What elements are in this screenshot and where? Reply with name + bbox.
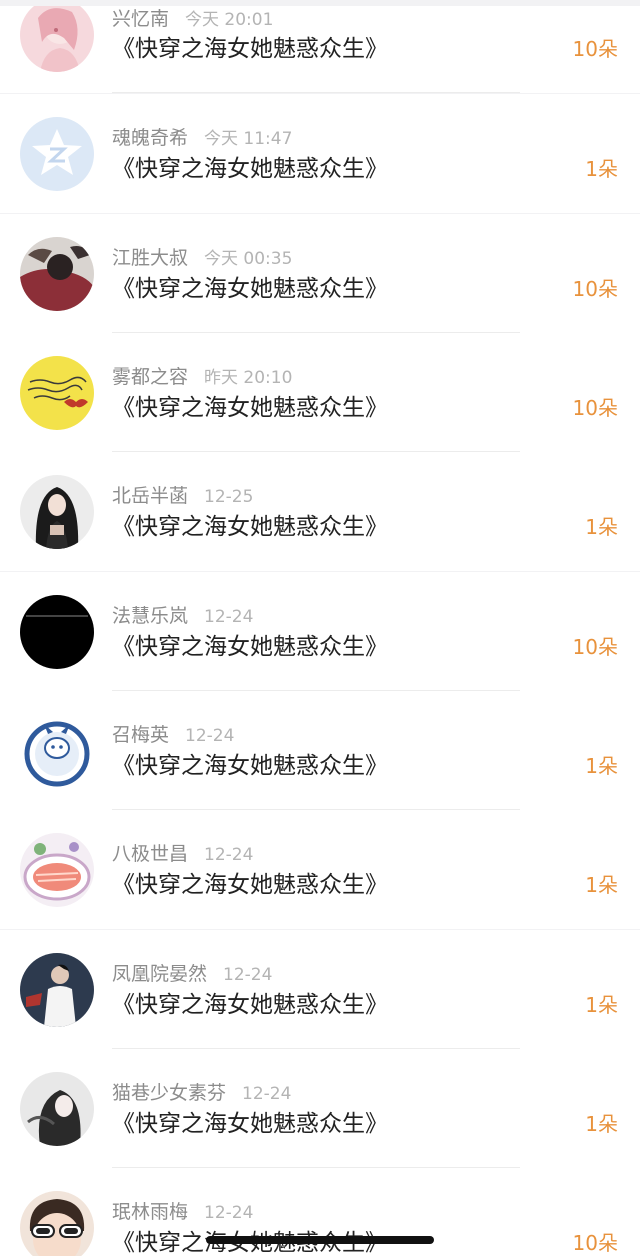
user-name[interactable]: 珉林雨梅 xyxy=(112,1201,188,1223)
list-item[interactable]: 江胜大叔 今天 00:35 《快穿之海女她魅惑众生》 10朵 xyxy=(0,214,640,333)
food-plate-avatar-icon xyxy=(20,833,94,907)
book-title[interactable]: 《快穿之海女她魅惑众生》 xyxy=(112,990,388,1020)
dark-hair-girl-avatar-icon xyxy=(20,475,94,549)
gift-time: 今天 20:01 xyxy=(185,10,274,30)
avatar[interactable] xyxy=(20,356,94,430)
top-edge xyxy=(0,0,640,6)
user-name[interactable]: 雾都之容 xyxy=(112,366,188,388)
avatar[interactable] xyxy=(20,117,94,191)
gift-time: 12-24 xyxy=(204,1203,254,1223)
gift-time: 12-24 xyxy=(204,845,254,865)
gift-count: 1朵 xyxy=(585,754,618,778)
list-item[interactable]: 猫巷少女素芬 12-24 《快穿之海女她魅惑众生》 1朵 xyxy=(0,1049,640,1168)
sunglasses-child-avatar-icon xyxy=(20,1191,94,1256)
item-meta: 猫巷少女素芬 12-24 xyxy=(112,1080,291,1106)
item-meta: 八极世昌 12-24 xyxy=(112,841,253,867)
gift-count: 10朵 xyxy=(572,635,618,659)
pink-anime-girl-avatar-icon xyxy=(20,0,94,72)
list-item[interactable]: 北岳半菡 12-25 《快穿之海女她魅惑众生》 1朵 xyxy=(0,452,640,571)
list-item[interactable]: 雾都之容 昨天 20:10 《快穿之海女她魅惑众生》 10朵 xyxy=(0,333,640,452)
book-title[interactable]: 《快穿之海女她魅惑众生》 xyxy=(112,751,388,781)
gift-count: 1朵 xyxy=(585,993,618,1017)
user-name[interactable]: 兴忆南 xyxy=(112,8,169,30)
divider xyxy=(112,92,520,93)
home-indicator[interactable] xyxy=(206,1236,434,1244)
gift-count: 10朵 xyxy=(572,396,618,420)
gift-count: 1朵 xyxy=(585,1112,618,1136)
list-item[interactable]: 法慧乐岚 12-24 《快穿之海女她魅惑众生》 10朵 xyxy=(0,572,640,691)
gift-count: 1朵 xyxy=(585,873,618,897)
user-name[interactable]: 法慧乐岚 xyxy=(112,605,188,627)
avatar[interactable] xyxy=(20,0,94,72)
avatar[interactable] xyxy=(20,714,94,788)
list-item[interactable]: 八极世昌 12-24 《快穿之海女她魅惑众生》 1朵 xyxy=(0,810,640,929)
gift-time: 12-25 xyxy=(204,487,254,507)
avatar[interactable] xyxy=(20,595,94,669)
blue-porcelain-avatar-icon xyxy=(20,714,94,788)
gift-count: 1朵 xyxy=(585,515,618,539)
gift-time: 12-24 xyxy=(242,1084,292,1104)
gift-time: 12-24 xyxy=(204,607,254,627)
book-title[interactable]: 《快穿之海女她魅惑众生》 xyxy=(112,274,388,304)
item-meta: 召梅英 12-24 xyxy=(112,722,234,748)
book-title[interactable]: 《快穿之海女她魅惑众生》 xyxy=(112,154,388,184)
user-name[interactable]: 魂魄奇希 xyxy=(112,127,188,149)
avatar[interactable] xyxy=(20,1191,94,1256)
book-title[interactable]: 《快穿之海女她魅惑众生》 xyxy=(112,870,388,900)
item-meta: 兴忆南 今天 20:01 xyxy=(112,6,273,32)
gift-count: 10朵 xyxy=(572,37,618,61)
item-meta: 江胜大叔 今天 00:35 xyxy=(112,245,292,271)
gift-time: 12-24 xyxy=(223,965,273,985)
book-title[interactable]: 《快穿之海女她魅惑众生》 xyxy=(112,1109,388,1139)
gift-time: 今天 00:35 xyxy=(204,249,293,269)
item-meta: 凤凰院晏然 12-24 xyxy=(112,961,272,987)
user-name[interactable]: 北岳半菡 xyxy=(112,485,188,507)
user-name[interactable]: 江胜大叔 xyxy=(112,247,188,269)
yellow-handwriting-avatar-icon xyxy=(20,356,94,430)
default-star-avatar-icon xyxy=(20,117,94,191)
book-title[interactable]: 《快穿之海女她魅惑众生》 xyxy=(112,632,388,662)
book-title[interactable]: 《快穿之海女她魅惑众生》 xyxy=(112,34,388,64)
item-meta: 北岳半菡 12-25 xyxy=(112,483,253,509)
list-item[interactable]: 召梅英 12-24 《快穿之海女她魅惑众生》 1朵 xyxy=(0,691,640,810)
avatar[interactable] xyxy=(20,1072,94,1146)
gift-time: 今天 11:47 xyxy=(204,129,293,149)
list-item[interactable]: 兴忆南 今天 20:01 《快穿之海女她魅惑众生》 10朵 xyxy=(0,0,640,93)
list-item[interactable]: 凤凰院晏然 12-24 《快穿之海女她魅惑众生》 1朵 xyxy=(0,930,640,1049)
user-name[interactable]: 猫巷少女素芬 xyxy=(112,1082,226,1104)
user-name[interactable]: 八极世昌 xyxy=(112,843,188,865)
item-meta: 珉林雨梅 12-24 xyxy=(112,1199,253,1225)
gift-count: 1朵 xyxy=(585,157,618,181)
black-text-avatar-icon xyxy=(20,595,94,669)
monochrome-girl-avatar-icon xyxy=(20,1072,94,1146)
gift-time: 昨天 20:10 xyxy=(204,368,293,388)
gift-record-list: 兴忆南 今天 20:01 《快穿之海女她魅惑众生》 10朵 魂魄奇希 今天 11:4… xyxy=(0,0,640,1256)
gift-time: 12-24 xyxy=(185,726,235,746)
avatar[interactable] xyxy=(20,237,94,311)
user-name[interactable]: 召梅英 xyxy=(112,724,169,746)
item-meta: 法慧乐岚 12-24 xyxy=(112,603,253,629)
avatar[interactable] xyxy=(20,953,94,1027)
person-lying-avatar-icon xyxy=(20,237,94,311)
book-title[interactable]: 《快穿之海女她魅惑众生》 xyxy=(112,512,388,542)
item-meta: 雾都之容 昨天 20:10 xyxy=(112,364,292,390)
list-item[interactable]: 魂魄奇希 今天 11:47 《快穿之海女她魅惑众生》 1朵 xyxy=(0,94,640,213)
avatar[interactable] xyxy=(20,833,94,907)
man-in-shirt-avatar-icon xyxy=(20,953,94,1027)
gift-count: 10朵 xyxy=(572,277,618,301)
item-meta: 魂魄奇希 今天 11:47 xyxy=(112,125,292,151)
gift-count: 10朵 xyxy=(572,1231,618,1255)
book-title[interactable]: 《快穿之海女她魅惑众生》 xyxy=(112,393,388,423)
avatar[interactable] xyxy=(20,475,94,549)
user-name[interactable]: 凤凰院晏然 xyxy=(112,963,207,985)
